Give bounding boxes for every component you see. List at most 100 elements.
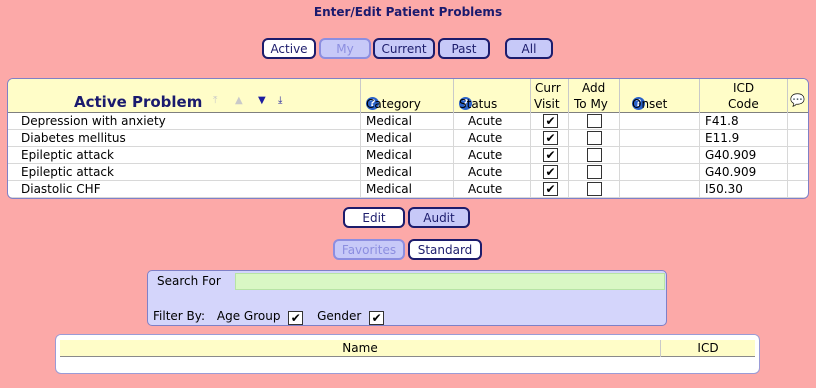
- table-row[interactable]: Depression with anxiety Medical Acute ✔ F41.…: [8, 113, 808, 130]
- audit-button[interactable]: Audit: [408, 207, 470, 228]
- problem-cell-text: Diastolic CHF: [21, 182, 101, 196]
- add-to-my-cell: [569, 147, 620, 164]
- search-panel: Search For Filter By: Age Group ✔ Gender…: [147, 270, 667, 326]
- onset-cell-text: [620, 148, 625, 162]
- onset-cell-text: [620, 182, 625, 196]
- header-category-label: Category: [366, 97, 421, 111]
- filter-current-button[interactable]: Current: [373, 38, 435, 59]
- onset-cell: [620, 147, 700, 164]
- status-cell: Acute: [454, 164, 531, 181]
- onset-cell: [620, 164, 700, 181]
- comment-icon[interactable]: 💬: [790, 93, 805, 107]
- comment-cell: [788, 130, 808, 147]
- onset-cell: [620, 181, 700, 198]
- problem-cell-text: Epileptic attack: [21, 148, 114, 162]
- age-group-label: Age Group: [216, 309, 281, 323]
- header-curr-visit[interactable]: Curr Visit: [531, 79, 569, 113]
- onset-cell-text: [620, 131, 625, 145]
- filter-past-button[interactable]: Past: [438, 38, 490, 59]
- filter-all-button[interactable]: All: [505, 38, 553, 59]
- filter-my-button[interactable]: My: [319, 38, 371, 59]
- add-to-my-checkbox[interactable]: [587, 114, 602, 128]
- gender-label: Gender: [317, 309, 362, 323]
- problem-cell-text: Depression with anxiety: [21, 114, 166, 128]
- header-visit-label: Visit: [534, 97, 560, 111]
- table-row[interactable]: Epileptic attack Medical Acute ✔ G40.909: [8, 147, 808, 164]
- header-problem[interactable]: Active Problem ⤒ ▲ ▼ ⤓: [8, 79, 361, 113]
- header-onset[interactable]: ? Onset: [620, 79, 700, 113]
- problems-grid: Active Problem ⤒ ▲ ▼ ⤓ ? Category ? Status…: [7, 78, 809, 199]
- curr-visit-checkbox[interactable]: ✔: [543, 165, 558, 179]
- header-status[interactable]: ? Status: [454, 79, 531, 113]
- problem-cell: Epileptic attack: [8, 147, 361, 164]
- category-cell-text: Medical: [366, 182, 412, 196]
- gender-checkbox[interactable]: ✔: [369, 311, 385, 325]
- status-cell: Acute: [454, 147, 531, 164]
- standard-tab[interactable]: Standard: [408, 239, 482, 260]
- header-category[interactable]: ? Category: [361, 79, 454, 113]
- problem-cell: Epileptic attack: [8, 164, 361, 181]
- comment-cell: [788, 181, 808, 198]
- icd-cell-text: I50.30: [705, 182, 743, 196]
- add-to-my-cell: [569, 130, 620, 147]
- icd-cell-text: E11.9: [705, 131, 740, 145]
- curr-visit-checkbox[interactable]: ✔: [543, 148, 558, 162]
- curr-visit-checkbox[interactable]: ✔: [543, 114, 558, 128]
- status-cell: Acute: [454, 130, 531, 147]
- add-to-my-checkbox[interactable]: [587, 148, 602, 162]
- header-problem-label: Active Problem: [74, 93, 203, 111]
- edit-button[interactable]: Edit: [343, 207, 405, 228]
- onset-cell: [620, 130, 700, 147]
- status-cell-text: Acute: [468, 131, 503, 145]
- sort-up-icon[interactable]: ▲: [235, 95, 243, 106]
- table-row[interactable]: Epileptic attack Medical Acute ✔ G40.909: [8, 164, 808, 181]
- curr-visit-checkbox[interactable]: ✔: [543, 131, 558, 145]
- sort-top-icon[interactable]: ⤒: [213, 95, 217, 106]
- table-row[interactable]: Diastolic CHF Medical Acute ✔ I50.30: [8, 181, 808, 198]
- category-cell: Medical: [361, 113, 454, 130]
- header-curr-label: Curr: [535, 81, 561, 95]
- header-comment[interactable]: 💬: [788, 79, 808, 113]
- comment-cell: [788, 113, 808, 130]
- problem-cell: Diastolic CHF: [8, 181, 361, 198]
- icd-cell: I50.30: [700, 181, 788, 198]
- header-code-label: Code: [728, 97, 759, 111]
- category-cell: Medical: [361, 181, 454, 198]
- results-name-header[interactable]: Name: [60, 340, 661, 357]
- sort-down-icon[interactable]: ▼: [258, 95, 266, 106]
- curr-visit-cell: ✔: [531, 181, 569, 198]
- add-to-my-cell: [569, 113, 620, 130]
- problem-cell-text: Diabetes mellitus: [21, 131, 126, 145]
- search-results: Name ICD: [55, 334, 760, 374]
- header-status-label: Status: [459, 97, 498, 111]
- curr-visit-cell: ✔: [531, 113, 569, 130]
- favorites-tab[interactable]: Favorites: [333, 239, 405, 260]
- comment-cell: [788, 147, 808, 164]
- add-to-my-checkbox[interactable]: [587, 165, 602, 179]
- onset-cell-text: [620, 165, 625, 179]
- header-icd[interactable]: ICD Code: [700, 79, 788, 113]
- search-label: Search For: [157, 274, 221, 288]
- icd-cell-text: G40.909: [705, 148, 757, 162]
- category-cell: Medical: [361, 130, 454, 147]
- table-row[interactable]: Diabetes mellitus Medical Acute ✔ E11.9: [8, 130, 808, 147]
- header-icd-label: ICD: [733, 81, 755, 95]
- header-add-to-my[interactable]: Add To My: [569, 79, 620, 113]
- results-icd-header[interactable]: ICD: [661, 340, 755, 357]
- category-cell-text: Medical: [366, 148, 412, 162]
- filter-active-button[interactable]: Active: [262, 38, 316, 59]
- add-to-my-checkbox[interactable]: [587, 131, 602, 145]
- search-input[interactable]: [235, 273, 665, 290]
- header-onset-label: Onset: [632, 97, 668, 111]
- age-group-checkbox[interactable]: ✔: [288, 311, 304, 325]
- status-cell: Acute: [454, 113, 531, 130]
- status-cell-text: Acute: [468, 165, 503, 179]
- add-to-my-checkbox[interactable]: [587, 182, 602, 196]
- curr-visit-cell: ✔: [531, 147, 569, 164]
- status-cell-text: Acute: [468, 148, 503, 162]
- sort-bottom-icon[interactable]: ⤓: [278, 95, 282, 106]
- curr-visit-checkbox[interactable]: ✔: [543, 182, 558, 196]
- problem-cell: Diabetes mellitus: [8, 130, 361, 147]
- icd-cell-text: F41.8: [705, 114, 739, 128]
- status-cell-text: Acute: [468, 182, 503, 196]
